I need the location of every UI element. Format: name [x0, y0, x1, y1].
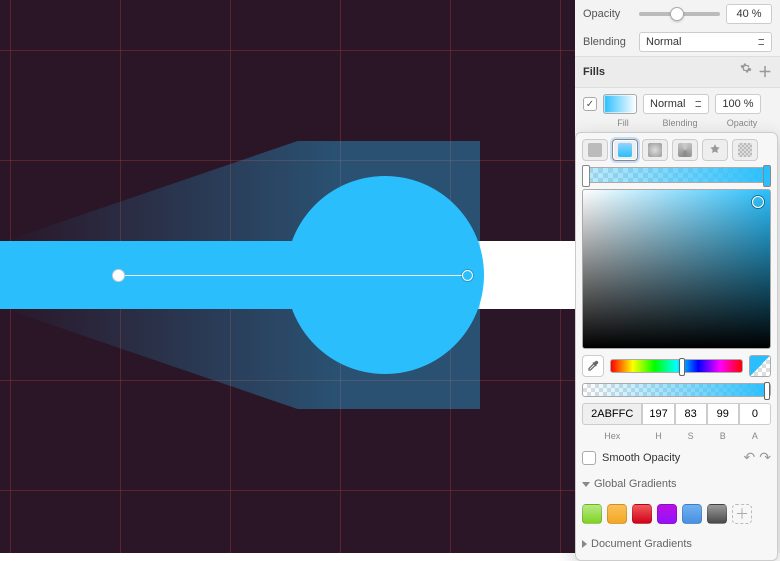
b-input[interactable]	[707, 403, 739, 425]
fill-enabled-checkbox[interactable]: ✓	[583, 97, 597, 111]
fill-blend-sublabel: Blending	[643, 118, 717, 128]
global-gradients-swatches: ＋	[582, 500, 771, 528]
swatch-green[interactable]	[582, 504, 602, 524]
color-picker-popover: Hex H S B A Smooth Opacity ↶ ↷ Global Gr…	[575, 132, 778, 561]
hex-label: Hex	[582, 431, 642, 441]
sb-cursor[interactable]	[752, 196, 764, 208]
global-gradients-disclosure[interactable]: Global Gradients	[582, 474, 771, 494]
saturation-brightness-field[interactable]	[582, 189, 771, 349]
blending-label: Blending	[583, 36, 633, 48]
h-input[interactable]	[642, 403, 674, 425]
color-value-inputs	[582, 403, 771, 425]
s-input[interactable]	[675, 403, 707, 425]
opacity-value[interactable]: 40 %	[726, 4, 772, 24]
fill-swatch[interactable]	[603, 94, 637, 114]
h-label: H	[642, 431, 674, 441]
gradient-handle-start[interactable]	[112, 269, 125, 282]
add-swatch-button[interactable]: ＋	[732, 504, 752, 524]
fill-type-angular-gradient[interactable]	[672, 139, 698, 161]
fills-header: Fills ＋	[575, 56, 780, 88]
b-label: B	[707, 431, 739, 441]
gradient-stop-start[interactable]	[582, 165, 590, 187]
hue-slider[interactable]	[610, 359, 743, 373]
a-label: A	[739, 431, 771, 441]
undo-icon[interactable]: ↶	[744, 449, 756, 466]
add-fill-icon[interactable]: ＋	[758, 62, 772, 82]
fill-blend-select[interactable]: Normal	[643, 94, 709, 114]
fill-type-linear-gradient[interactable]	[612, 139, 638, 161]
canvas[interactable]	[0, 0, 575, 553]
fill-type-noise[interactable]	[732, 139, 758, 161]
swatch-purple[interactable]	[657, 504, 677, 524]
opacity-label: Opacity	[583, 8, 633, 20]
fill-type-solid[interactable]	[582, 139, 608, 161]
fill-type-pattern[interactable]	[702, 139, 728, 161]
gradient-stop-end[interactable]	[763, 165, 771, 187]
inspector-panel: Opacity 40 % Blending Normal Fills ＋ ✓ N…	[575, 0, 780, 553]
gradient-axis-line[interactable]	[118, 275, 468, 276]
swatch-red[interactable]	[632, 504, 652, 524]
eyedropper-button[interactable]	[582, 355, 604, 377]
fill-type-radial-gradient[interactable]	[642, 139, 668, 161]
document-gradients-label: Document Gradients	[591, 538, 692, 550]
gradient-stops-bar[interactable]	[582, 167, 771, 183]
fills-title: Fills	[583, 66, 605, 78]
opacity-slider[interactable]	[639, 12, 720, 16]
swatch-grey[interactable]	[707, 504, 727, 524]
fill-sublabel: Fill	[603, 118, 643, 128]
swatch-blue[interactable]	[682, 504, 702, 524]
s-label: S	[675, 431, 707, 441]
chevron-down-icon	[582, 482, 590, 487]
smooth-opacity-checkbox[interactable]	[582, 451, 596, 465]
a-input[interactable]	[739, 403, 771, 425]
document-gradients-disclosure[interactable]: Document Gradients	[582, 534, 771, 554]
fill-opacity-value[interactable]: 100 %	[715, 94, 761, 114]
gear-icon[interactable]	[740, 62, 752, 82]
global-gradients-label: Global Gradients	[594, 478, 677, 490]
redo-icon[interactable]: ↷	[759, 449, 771, 466]
alpha-slider[interactable]	[582, 383, 771, 397]
current-color-swatch[interactable]	[749, 355, 771, 377]
swatch-orange[interactable]	[607, 504, 627, 524]
blending-select[interactable]: Normal	[639, 32, 772, 52]
chevron-right-icon	[582, 540, 587, 548]
fill-opacity-sublabel: Opacity	[717, 118, 767, 128]
gradient-handle-end[interactable]	[462, 270, 473, 281]
hex-input[interactable]	[582, 403, 642, 425]
smooth-opacity-label: Smooth Opacity	[602, 452, 680, 464]
